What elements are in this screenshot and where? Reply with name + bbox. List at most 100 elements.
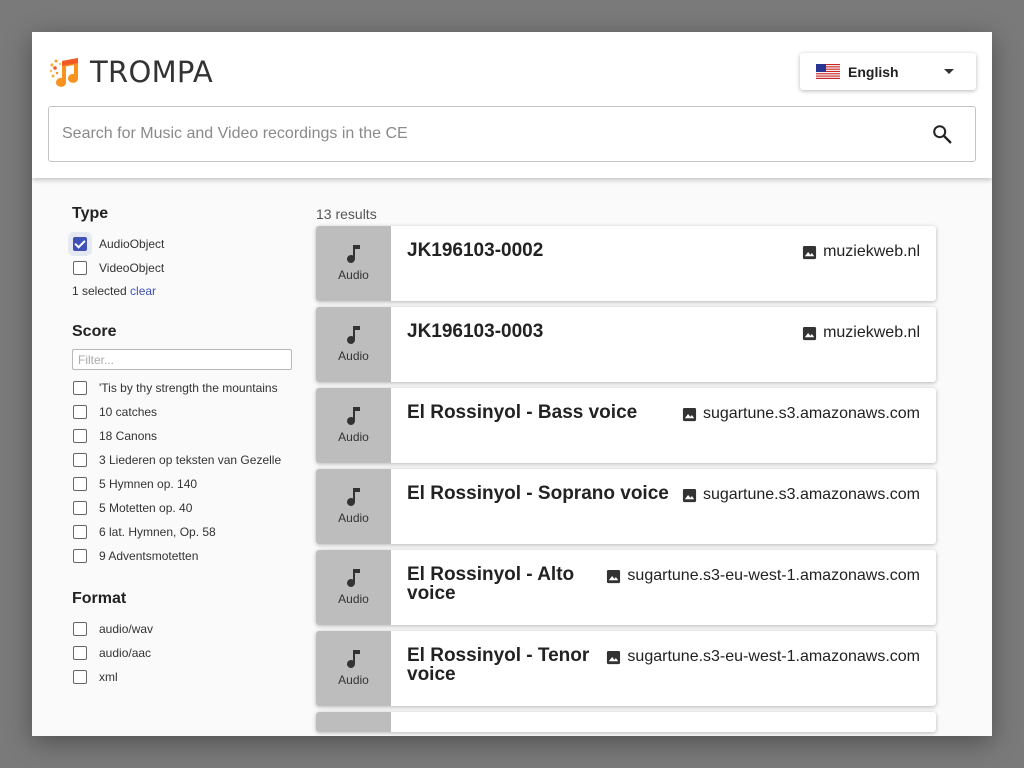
selected-count: 1 selected [72, 284, 127, 298]
checkbox[interactable] [73, 429, 87, 443]
app-header: TROMPA English [32, 32, 992, 178]
result-title[interactable]: JK196103-0002 [407, 241, 597, 260]
result-title[interactable]: El Rossinyol - Tenor voice [407, 646, 597, 684]
media-type-label: Audio [338, 430, 369, 444]
result-thumbnail: Audio [316, 469, 391, 544]
option-label: 18 Canons [99, 429, 158, 443]
score-option[interactable]: 9 Adventsmotetten [72, 544, 312, 568]
result-title[interactable]: JK196103-0003 [407, 322, 597, 341]
image-icon [803, 245, 817, 259]
format-option[interactable]: audio/wav [72, 617, 312, 641]
checkbox[interactable] [73, 501, 87, 515]
music-note-icon [347, 488, 360, 506]
trompa-logo[interactable]: TROMPA [48, 55, 213, 89]
result-card[interactable]: Audio El Rossinyol - Tenor voice sugartu… [316, 631, 936, 706]
option-label: 9 Adventsmotetten [99, 549, 199, 563]
option-label: audio/aac [99, 646, 152, 660]
format-facet-title: Format [72, 590, 127, 607]
search-box [48, 106, 976, 162]
checkbox[interactable] [73, 453, 87, 467]
music-note-icon [347, 407, 360, 425]
results-panel: 13 results Audio JK196103-0002 muziekweb… [316, 204, 936, 736]
checkbox[interactable] [73, 477, 87, 491]
results-count: 13 results [316, 206, 377, 222]
type-facet: Type AudioObject VideoObject 1 selected … [72, 202, 312, 301]
option-label: xml [99, 670, 118, 684]
clear-selection-link[interactable]: clear [130, 284, 156, 298]
media-type-label: Audio [338, 592, 369, 606]
music-note-icon [347, 326, 360, 344]
result-title[interactable]: El Rossinyol - Soprano voice [407, 484, 687, 503]
brand-name: TROMPA [90, 55, 213, 89]
source-domain: sugartune.s3-eu-west-1.amazonaws.com [627, 648, 920, 665]
media-type-label: Audio [338, 349, 369, 363]
image-icon [607, 569, 621, 583]
result-title[interactable]: El Rossinyol - Bass voice [407, 403, 687, 422]
result-source[interactable]: muziekweb.nl [802, 243, 920, 261]
checkbox[interactable] [73, 405, 87, 419]
result-card[interactable]: Audio El Rossinyol - Soprano voice sugar… [316, 469, 936, 544]
us-flag-icon [816, 64, 840, 79]
result-card[interactable]: Audio JK196103-0003 muziekweb.nl [316, 307, 936, 382]
score-option[interactable]: 3 Liederen op teksten van Gezelle [72, 448, 312, 472]
score-option[interactable]: 5 Hymnen op. 140 [72, 472, 312, 496]
result-card[interactable]: Audio El Rossinyol - Bass voice sugartun… [316, 388, 936, 463]
image-icon [803, 326, 817, 340]
option-label: AudioObject [99, 237, 165, 251]
score-facet: Score 'Tis by thy strength the mountains… [72, 320, 312, 568]
music-note-logo-icon [49, 58, 79, 87]
result-source[interactable]: sugartune.s3-eu-west-1.amazonaws.com [606, 648, 920, 666]
option-label: 6 lat. Hymnen, Op. 58 [99, 525, 216, 539]
checkbox[interactable] [73, 670, 87, 684]
image-icon [682, 488, 697, 502]
result-thumbnail: Audio [316, 307, 391, 382]
score-option[interactable]: 'Tis by thy strength the mountains [72, 376, 312, 400]
option-label: 5 Hymnen op. 140 [99, 477, 198, 491]
checkbox[interactable] [73, 261, 87, 275]
checkbox[interactable] [73, 381, 87, 395]
result-card[interactable]: Audio JK196103-0002 muziekweb.nl [316, 226, 936, 301]
score-option[interactable]: 5 Motetten op. 40 [72, 496, 312, 520]
score-facet-title: Score [72, 323, 117, 340]
format-facet: Format audio/wav audio/aac xml [72, 587, 312, 689]
media-type-label: Audio [338, 673, 369, 687]
checkbox[interactable] [73, 525, 87, 539]
source-domain: sugartune.s3-eu-west-1.amazonaws.com [627, 567, 920, 584]
score-option[interactable]: 6 lat. Hymnen, Op. 58 [72, 520, 312, 544]
result-source[interactable]: sugartune.s3.amazonaws.com [682, 486, 920, 504]
result-card[interactable] [316, 712, 936, 732]
selection-summary: 1 selected clear [72, 281, 312, 301]
dropdown-caret-icon [944, 69, 954, 74]
score-option[interactable]: 10 catches [72, 400, 312, 424]
option-label: 10 catches [99, 405, 158, 419]
option-label: 'Tis by thy strength the mountains [99, 381, 278, 395]
checkbox[interactable] [73, 622, 87, 636]
app-window: TROMPA English Search for Music and Vide… [32, 32, 992, 736]
result-title[interactable]: El Rossinyol - Alto voice [407, 565, 597, 603]
score-option[interactable]: 18 Canons [72, 424, 312, 448]
result-thumbnail: Audio [316, 550, 391, 625]
checkbox[interactable] [73, 237, 87, 251]
source-domain: muziekweb.nl [823, 243, 920, 260]
format-option[interactable]: audio/aac [72, 641, 312, 665]
source-domain: muziekweb.nl [823, 324, 920, 341]
result-source[interactable]: sugartune.s3.amazonaws.com [682, 405, 920, 423]
checkbox[interactable] [73, 549, 87, 563]
type-option-videoobject[interactable]: VideoObject [72, 256, 312, 280]
result-thumbnail: Audio [316, 631, 391, 706]
result-card[interactable]: Audio El Rossinyol - Alto voice sugartun… [316, 550, 936, 625]
result-source[interactable]: sugartune.s3-eu-west-1.amazonaws.com [606, 567, 920, 585]
language-selector[interactable]: English [800, 53, 976, 90]
option-label: 5 Motetten op. 40 [99, 501, 193, 515]
search-input[interactable] [62, 107, 922, 161]
format-option[interactable]: xml [72, 665, 312, 689]
search-icon[interactable] [931, 123, 953, 145]
checkbox[interactable] [73, 646, 87, 660]
image-icon [607, 650, 621, 664]
type-option-audioobject[interactable]: AudioObject [72, 232, 312, 256]
media-type-label: Audio [338, 268, 369, 282]
result-source[interactable]: muziekweb.nl [802, 324, 920, 342]
type-facet-title: Type [72, 205, 109, 222]
score-filter-input[interactable] [72, 349, 292, 370]
media-type-label: Audio [338, 511, 369, 525]
